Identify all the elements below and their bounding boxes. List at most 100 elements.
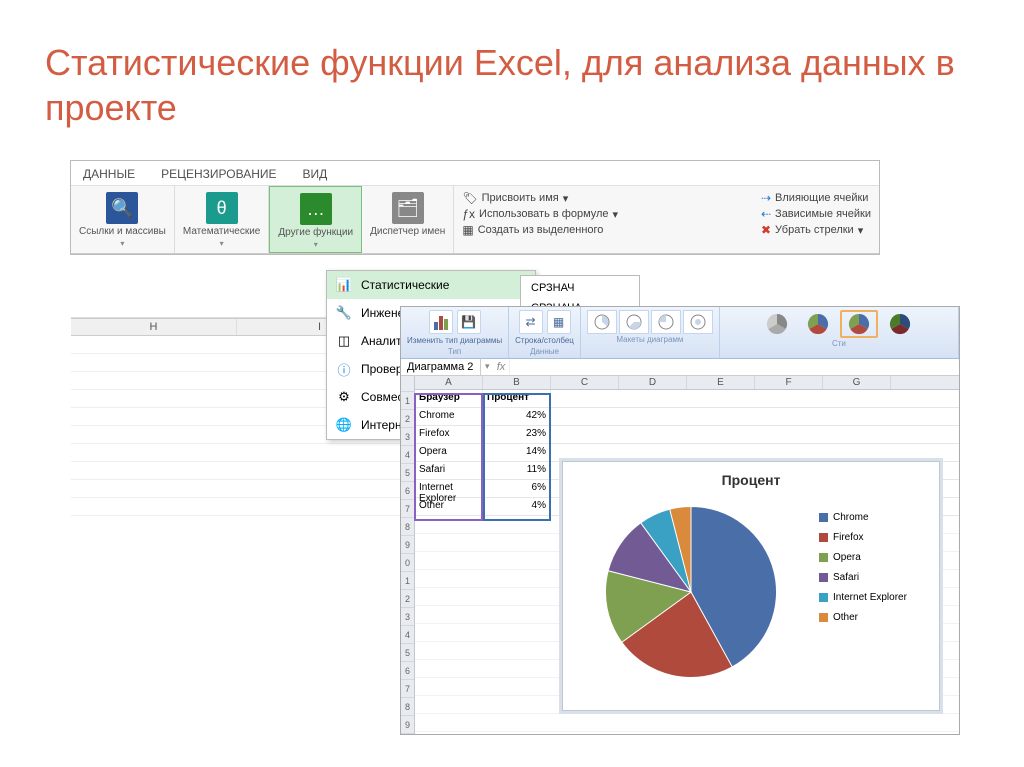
globe-icon: 🌐 xyxy=(335,416,353,434)
col-head-b[interactable]: B xyxy=(483,376,551,389)
pie-chart xyxy=(596,497,786,687)
chart-layout-3[interactable] xyxy=(651,310,681,334)
name-manager-icon: 🗂 xyxy=(392,192,424,224)
row-head-7[interactable]: 7 xyxy=(401,500,414,518)
legend-swatch xyxy=(819,593,828,602)
trace-precedents-btn[interactable]: ⇢Влияющие ячейки xyxy=(761,190,871,206)
chart-layout-2[interactable] xyxy=(619,310,649,334)
ribbon-group-math[interactable]: θ Математические▾ xyxy=(175,186,270,253)
legend-swatch xyxy=(819,513,828,522)
formula-bar[interactable] xyxy=(510,359,959,375)
row-head-17[interactable]: 7 xyxy=(401,680,414,698)
data-cell[interactable]: 42% xyxy=(483,408,551,425)
header-cell[interactable]: Процент xyxy=(483,390,551,407)
chart-layout-4[interactable] xyxy=(683,310,713,334)
col-head-c[interactable]: C xyxy=(551,376,619,389)
ribbon-group-name-manager[interactable]: 🗂 Диспетчер имен xyxy=(362,186,454,253)
legend-label: Internet Explorer xyxy=(833,592,907,603)
legend-label: Other xyxy=(833,612,858,623)
chart-layout-1[interactable] xyxy=(587,310,617,334)
data-cell[interactable]: Internet Explorer xyxy=(415,480,483,497)
chart-style-4[interactable] xyxy=(881,310,919,338)
row-head-14[interactable]: 4 xyxy=(401,626,414,644)
data-cell[interactable]: Other xyxy=(415,498,483,515)
col-head-f[interactable]: F xyxy=(755,376,823,389)
trace-dependents-btn[interactable]: ⇠Зависимые ячейки xyxy=(761,206,871,222)
legend-swatch xyxy=(819,533,828,542)
create-from-selection-btn[interactable]: ▦Создать из выделенного xyxy=(462,222,618,238)
switch-row-col-btn[interactable]: ⇄ xyxy=(519,310,543,334)
name-box[interactable]: Диаграмма 2 xyxy=(401,359,481,375)
legend-item: Other xyxy=(819,612,933,623)
chart-style-2[interactable] xyxy=(799,310,837,338)
chart-title: Процент xyxy=(563,462,939,492)
legend-item: Opera xyxy=(819,552,933,563)
fx-icon: ƒx xyxy=(462,207,475,221)
col-head-h[interactable]: H xyxy=(71,319,237,335)
row-head-3[interactable]: 3 xyxy=(401,428,414,446)
bar-chart-icon: 📊 xyxy=(335,276,353,294)
menu-statistical[interactable]: 📊Статистические▸ xyxy=(327,271,535,299)
legend-label: Firefox xyxy=(833,532,864,543)
legend-label: Opera xyxy=(833,552,861,563)
use-in-formula-btn[interactable]: ƒxИспользовать в формуле ▾ xyxy=(462,206,618,222)
cube-icon: ◫ xyxy=(335,332,353,350)
row-head-8[interactable]: 8 xyxy=(401,518,414,536)
col-head-d[interactable]: D xyxy=(619,376,687,389)
data-cell[interactable]: Opera xyxy=(415,444,483,461)
row-head-19[interactable]: 9 xyxy=(401,716,414,734)
submenu-srznach[interactable]: СРЗНАЧ xyxy=(521,278,639,298)
ribbon-group-lookup[interactable]: 🔍 Ссылки и массивы▾ xyxy=(71,186,175,253)
ribbon-tab-view[interactable]: ВИД xyxy=(303,167,328,181)
row-head-6[interactable]: 6 xyxy=(401,482,414,500)
col-head-g[interactable]: G xyxy=(823,376,891,389)
row-head-4[interactable]: 4 xyxy=(401,446,414,464)
dropdown-icon[interactable]: ▾ xyxy=(481,359,494,375)
wrench-icon: 🔧 xyxy=(335,304,353,322)
data-cell[interactable]: Safari xyxy=(415,462,483,479)
legend-label: Safari xyxy=(833,572,859,583)
ribbon-group-more-functions[interactable]: … Другие функции▾ xyxy=(269,186,362,253)
ribbon-tab-review[interactable]: РЕЦЕНЗИРОВАНИЕ xyxy=(161,167,276,181)
lookup-icon: 🔍 xyxy=(106,192,138,224)
row-head-9[interactable]: 9 xyxy=(401,536,414,554)
embedded-chart[interactable]: Процент ChromeFirefoxOperaSafariInternet… xyxy=(562,461,940,711)
trace-in-icon: ⇢ xyxy=(761,191,771,205)
data-cell[interactable]: 11% xyxy=(483,462,551,479)
row-head-10[interactable]: 0 xyxy=(401,554,414,572)
remove-arrows-btn[interactable]: ✖Убрать стрелки ▾ xyxy=(761,222,871,238)
legend-swatch xyxy=(819,553,828,562)
chart-style-3[interactable] xyxy=(840,310,878,338)
row-head-5[interactable]: 5 xyxy=(401,464,414,482)
row-head-2[interactable]: 2 xyxy=(401,410,414,428)
header-cell[interactable]: Браузер xyxy=(415,390,483,407)
row-head-11[interactable]: 1 xyxy=(401,572,414,590)
row-head-15[interactable]: 5 xyxy=(401,644,414,662)
data-cell[interactable]: 4% xyxy=(483,498,551,515)
gear-icon: ⚙ xyxy=(335,388,353,406)
info-icon: ⓘ xyxy=(335,360,353,378)
data-cell[interactable]: 23% xyxy=(483,426,551,443)
ribbon-screenshot: ДАННЫЕ РЕЦЕНЗИРОВАНИЕ ВИД 🔍 Ссылки и мас… xyxy=(70,160,880,255)
col-head-a[interactable]: A xyxy=(415,376,483,389)
legend-swatch xyxy=(819,573,828,582)
data-cell[interactable]: 6% xyxy=(483,480,551,497)
save-template-btn[interactable]: 💾 xyxy=(457,310,481,334)
data-cell[interactable]: Firefox xyxy=(415,426,483,443)
chart-style-1[interactable] xyxy=(758,310,796,338)
row-head-13[interactable]: 3 xyxy=(401,608,414,626)
change-chart-type-btn[interactable] xyxy=(429,310,453,334)
more-icon: … xyxy=(300,193,332,225)
col-head-e[interactable]: E xyxy=(687,376,755,389)
data-cell[interactable]: Chrome xyxy=(415,408,483,425)
select-data-btn[interactable]: ▦ xyxy=(547,310,571,334)
define-name-btn[interactable]: 🏷Присвоить имя ▾ xyxy=(462,190,618,206)
ribbon-tab-data[interactable]: ДАННЫЕ xyxy=(83,167,135,181)
row-head-12[interactable]: 2 xyxy=(401,590,414,608)
row-head-18[interactable]: 8 xyxy=(401,698,414,716)
row-head-1[interactable]: 1 xyxy=(401,392,414,410)
data-cell[interactable]: 14% xyxy=(483,444,551,461)
grid-icon: ▦ xyxy=(462,223,473,237)
row-head-16[interactable]: 6 xyxy=(401,662,414,680)
chart-legend: ChromeFirefoxOperaSafariInternet Explore… xyxy=(819,492,939,692)
